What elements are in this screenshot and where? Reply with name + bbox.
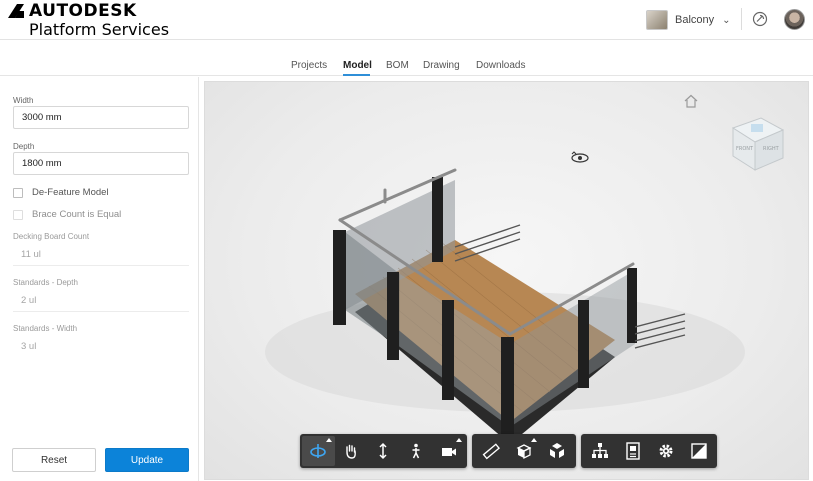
defeature-label: De-Feature Model [32,187,109,198]
product-name: Platform Services [29,20,170,39]
section-tool[interactable] [507,436,540,466]
decking-count-label: Decking Board Count [13,232,90,241]
brace-count-checkbox-row[interactable]: Brace Count is Equal [13,209,121,220]
orbit-caret [325,438,332,442]
first-person-tool[interactable] [400,436,433,466]
depth-label: Depth [13,142,35,151]
viewcube-right-label[interactable]: RIGHT [763,146,780,152]
decking-count-underline [13,265,189,266]
properties-tool[interactable] [616,436,649,466]
app-root: AUTODESK Platform Services Balcony ⌄ Pro… [0,0,813,481]
brand-name: AUTODESK [29,1,137,21]
home-icon[interactable] [683,94,699,108]
camera-tool[interactable] [432,436,465,466]
tab-projects[interactable]: Projects [291,60,327,71]
main-tabs: Projects Model BOM Drawing Downloads [0,40,813,76]
pan-icon [346,444,356,459]
pan-tool[interactable] [335,436,368,466]
tab-bom[interactable]: BOM [386,60,409,71]
3d-viewer[interactable]: FRONT RIGHT [204,81,809,480]
parameters-panel: Width 3000 mm Depth 1800 mm De-Feature M… [0,77,199,481]
width-label: Width [13,96,34,105]
chevron-down-icon: ⌄ [722,14,731,26]
brace-count-checkbox[interactable] [13,209,23,220]
tab-drawing[interactable]: Drawing [423,60,460,71]
active-tab-indicator [343,74,370,76]
explode-icon [549,443,564,458]
tab-downloads[interactable]: Downloads [476,60,525,71]
zoom-tool[interactable] [367,436,400,466]
orbit-icon [310,444,327,458]
viewcube-top-face[interactable] [751,124,763,132]
orbit-tool[interactable] [302,436,335,466]
settings-icon [659,444,672,458]
section-caret [531,438,537,442]
toolbar-modeling [472,434,576,468]
fullscreen-tool[interactable] [682,436,715,466]
measure-icon [482,443,500,460]
model-browser-icon [591,443,608,458]
standards-width-label: Standards - Width [13,324,78,333]
camera-icon [441,448,456,456]
defeature-checkbox[interactable] [13,187,23,198]
camera-caret [455,438,462,442]
model-name: Balcony [675,14,715,26]
standards-depth-underline [13,311,189,312]
model-thumbnail [646,10,668,30]
balcony-model[interactable] [205,82,809,480]
update-button[interactable]: Update [105,448,189,472]
settings-tool[interactable] [649,436,682,466]
tab-model[interactable]: Model [343,60,372,71]
explode-tool[interactable] [540,436,573,466]
standards-depth-label: Standards - Depth [13,278,78,287]
top-header: AUTODESK Platform Services Balcony ⌄ [0,0,813,40]
brace-count-label: Brace Count is Equal [32,209,122,220]
width-input[interactable]: 3000 mm [13,106,189,129]
reset-button[interactable]: Reset [12,448,96,472]
section-icon [516,444,531,460]
avatar[interactable] [784,9,805,30]
help-icon[interactable] [752,11,768,27]
autodesk-logo[interactable]: AUTODESK Platform Services [8,2,169,40]
standards-width-value: 3 ul [21,341,37,352]
model-browser-tool[interactable] [583,436,616,466]
standards-depth-value: 2 ul [21,295,37,306]
decking-count-value: 11 ul [21,249,41,260]
view-cube[interactable]: FRONT RIGHT [723,110,789,176]
first-person-icon [412,443,420,459]
toolbar-navigation [300,434,467,468]
zoom-icon [379,442,388,460]
depth-input[interactable]: 1800 mm [13,152,189,175]
model-selector[interactable]: Balcony ⌄ [646,8,731,32]
orbit-cursor-icon [571,151,589,163]
toolbar-settings [581,434,717,468]
header-divider [741,8,742,30]
measure-tool[interactable] [474,436,507,466]
autodesk-logo-icon [8,4,24,18]
defeature-checkbox-row[interactable]: De-Feature Model [13,187,109,198]
properties-icon [625,442,640,460]
fullscreen-icon [690,443,707,459]
viewcube-front-label[interactable]: FRONT [736,146,754,152]
